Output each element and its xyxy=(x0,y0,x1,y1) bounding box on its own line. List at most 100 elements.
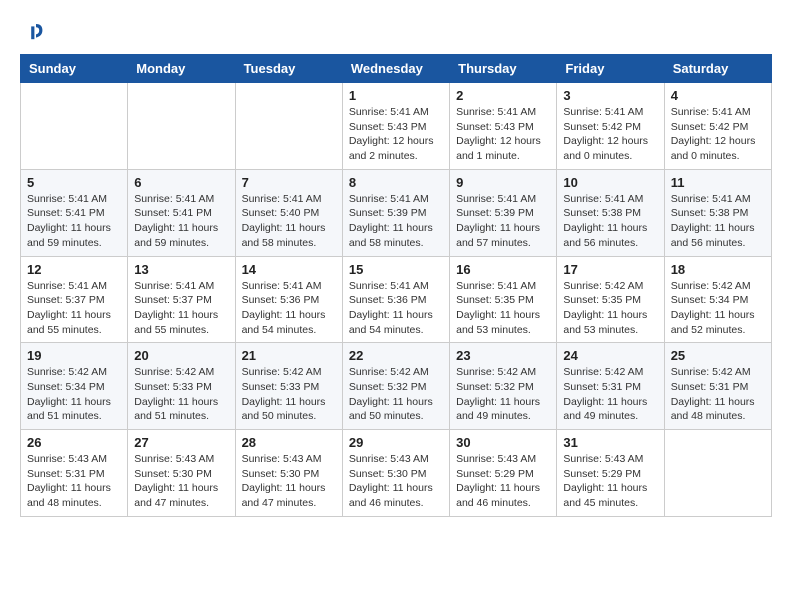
calendar-cell: 1 Sunrise: 5:41 AMSunset: 5:43 PMDaylight… xyxy=(342,83,449,170)
day-info: Sunrise: 5:41 AMSunset: 5:40 PMDaylight:… xyxy=(242,192,336,251)
day-number: 19 xyxy=(27,348,121,363)
day-number: 4 xyxy=(671,88,765,103)
day-info: Sunrise: 5:41 AMSunset: 5:35 PMDaylight:… xyxy=(456,279,550,338)
calendar-cell: 10Sunrise: 5:41 AMSunset: 5:38 PMDayligh… xyxy=(557,169,664,256)
calendar-cell xyxy=(21,83,128,170)
day-info: Sunrise: 5:41 AMSunset: 5:39 PMDaylight:… xyxy=(349,192,443,251)
day-number: 28 xyxy=(242,435,336,450)
day-number: 8 xyxy=(349,175,443,190)
calendar-cell: 3 Sunrise: 5:41 AMSunset: 5:42 PMDaylight… xyxy=(557,83,664,170)
logo xyxy=(20,20,48,44)
day-info: Sunrise: 5:42 AMSunset: 5:31 PMDaylight:… xyxy=(563,365,657,424)
calendar-cell: 8 Sunrise: 5:41 AMSunset: 5:39 PMDaylight… xyxy=(342,169,449,256)
calendar-cell: 29Sunrise: 5:43 AMSunset: 5:30 PMDayligh… xyxy=(342,430,449,517)
day-number: 3 xyxy=(563,88,657,103)
day-number: 23 xyxy=(456,348,550,363)
page-header xyxy=(20,20,772,44)
day-info: Sunrise: 5:43 AMSunset: 5:29 PMDaylight:… xyxy=(563,452,657,511)
calendar-cell: 30 Sunrise: 5:43 AMSunset: 5:29 PMDayligh… xyxy=(450,430,557,517)
calendar-cell: 27 Sunrise: 5:43 AMSunset: 5:30 PMDayligh… xyxy=(128,430,235,517)
day-info: Sunrise: 5:41 AMSunset: 5:41 PMDaylight:… xyxy=(134,192,228,251)
weekday-header-wednesday: Wednesday xyxy=(342,55,449,83)
day-info: Sunrise: 5:42 AMSunset: 5:34 PMDaylight:… xyxy=(27,365,121,424)
day-number: 17 xyxy=(563,262,657,277)
day-info: Sunrise: 5:42 AMSunset: 5:33 PMDaylight:… xyxy=(242,365,336,424)
calendar-cell: 2 Sunrise: 5:41 AMSunset: 5:43 PMDaylight… xyxy=(450,83,557,170)
day-info: Sunrise: 5:42 AMSunset: 5:31 PMDaylight:… xyxy=(671,365,765,424)
calendar-cell: 16 Sunrise: 5:41 AMSunset: 5:35 PMDayligh… xyxy=(450,256,557,343)
day-info: Sunrise: 5:41 AMSunset: 5:37 PMDaylight:… xyxy=(27,279,121,338)
day-info: Sunrise: 5:42 AMSunset: 5:34 PMDaylight:… xyxy=(671,279,765,338)
calendar-cell xyxy=(128,83,235,170)
calendar-cell: 23 Sunrise: 5:42 AMSunset: 5:32 PMDayligh… xyxy=(450,343,557,430)
day-number: 25 xyxy=(671,348,765,363)
calendar-cell: 13 Sunrise: 5:41 AMSunset: 5:37 PMDayligh… xyxy=(128,256,235,343)
day-number: 9 xyxy=(456,175,550,190)
weekday-header-saturday: Saturday xyxy=(664,55,771,83)
calendar-cell: 21 Sunrise: 5:42 AMSunset: 5:33 PMDayligh… xyxy=(235,343,342,430)
day-number: 22 xyxy=(349,348,443,363)
day-info: Sunrise: 5:43 AMSunset: 5:29 PMDaylight:… xyxy=(456,452,550,511)
day-info: Sunrise: 5:41 AMSunset: 5:43 PMDaylight:… xyxy=(456,105,550,164)
day-number: 21 xyxy=(242,348,336,363)
day-info: Sunrise: 5:41 AMSunset: 5:36 PMDaylight:… xyxy=(242,279,336,338)
day-number: 10 xyxy=(563,175,657,190)
calendar-cell: 15Sunrise: 5:41 AMSunset: 5:36 PMDayligh… xyxy=(342,256,449,343)
calendar-table: SundayMondayTuesdayWednesdayThursdayFrid… xyxy=(20,54,772,517)
calendar-cell: 19 Sunrise: 5:42 AMSunset: 5:34 PMDayligh… xyxy=(21,343,128,430)
calendar-cell: 5 Sunrise: 5:41 AMSunset: 5:41 PMDaylight… xyxy=(21,169,128,256)
weekday-header-friday: Friday xyxy=(557,55,664,83)
day-number: 30 xyxy=(456,435,550,450)
day-number: 15 xyxy=(349,262,443,277)
calendar-cell: 4Sunrise: 5:41 AMSunset: 5:42 PMDaylight… xyxy=(664,83,771,170)
day-number: 18 xyxy=(671,262,765,277)
day-info: Sunrise: 5:43 AMSunset: 5:30 PMDaylight:… xyxy=(134,452,228,511)
day-info: Sunrise: 5:42 AMSunset: 5:33 PMDaylight:… xyxy=(134,365,228,424)
calendar-cell: 26 Sunrise: 5:43 AMSunset: 5:31 PMDayligh… xyxy=(21,430,128,517)
day-number: 14 xyxy=(242,262,336,277)
calendar-cell: 14 Sunrise: 5:41 AMSunset: 5:36 PMDayligh… xyxy=(235,256,342,343)
calendar-cell xyxy=(664,430,771,517)
day-number: 29 xyxy=(349,435,443,450)
day-number: 12 xyxy=(27,262,121,277)
day-info: Sunrise: 5:41 AMSunset: 5:43 PMDaylight:… xyxy=(349,105,443,164)
calendar-cell: 18 Sunrise: 5:42 AMSunset: 5:34 PMDayligh… xyxy=(664,256,771,343)
day-number: 26 xyxy=(27,435,121,450)
calendar-week-2: 5 Sunrise: 5:41 AMSunset: 5:41 PMDaylight… xyxy=(21,169,772,256)
calendar-cell: 24 Sunrise: 5:42 AMSunset: 5:31 PMDayligh… xyxy=(557,343,664,430)
day-info: Sunrise: 5:41 AMSunset: 5:37 PMDaylight:… xyxy=(134,279,228,338)
calendar-week-1: 1 Sunrise: 5:41 AMSunset: 5:43 PMDaylight… xyxy=(21,83,772,170)
day-info: Sunrise: 5:43 AMSunset: 5:31 PMDaylight:… xyxy=(27,452,121,511)
calendar-week-5: 26 Sunrise: 5:43 AMSunset: 5:31 PMDayligh… xyxy=(21,430,772,517)
calendar-cell: 28 Sunrise: 5:43 AMSunset: 5:30 PMDayligh… xyxy=(235,430,342,517)
day-info: Sunrise: 5:43 AMSunset: 5:30 PMDaylight:… xyxy=(242,452,336,511)
day-number: 2 xyxy=(456,88,550,103)
logo-icon xyxy=(20,20,44,44)
calendar-cell: 17Sunrise: 5:42 AMSunset: 5:35 PMDayligh… xyxy=(557,256,664,343)
day-info: Sunrise: 5:42 AMSunset: 5:32 PMDaylight:… xyxy=(349,365,443,424)
day-info: Sunrise: 5:42 AMSunset: 5:32 PMDaylight:… xyxy=(456,365,550,424)
day-number: 5 xyxy=(27,175,121,190)
day-number: 27 xyxy=(134,435,228,450)
calendar-cell xyxy=(235,83,342,170)
day-number: 1 xyxy=(349,88,443,103)
day-number: 24 xyxy=(563,348,657,363)
calendar-cell: 9Sunrise: 5:41 AMSunset: 5:39 PMDaylight… xyxy=(450,169,557,256)
day-number: 31 xyxy=(563,435,657,450)
calendar-cell: 22 Sunrise: 5:42 AMSunset: 5:32 PMDayligh… xyxy=(342,343,449,430)
day-info: Sunrise: 5:41 AMSunset: 5:41 PMDaylight:… xyxy=(27,192,121,251)
day-number: 13 xyxy=(134,262,228,277)
calendar-cell: 20 Sunrise: 5:42 AMSunset: 5:33 PMDayligh… xyxy=(128,343,235,430)
weekday-header-thursday: Thursday xyxy=(450,55,557,83)
calendar-cell: 12 Sunrise: 5:41 AMSunset: 5:37 PMDayligh… xyxy=(21,256,128,343)
day-number: 6 xyxy=(134,175,228,190)
weekday-header-sunday: Sunday xyxy=(21,55,128,83)
calendar-cell: 6 Sunrise: 5:41 AMSunset: 5:41 PMDaylight… xyxy=(128,169,235,256)
day-number: 11 xyxy=(671,175,765,190)
day-number: 20 xyxy=(134,348,228,363)
calendar-cell: 7Sunrise: 5:41 AMSunset: 5:40 PMDaylight… xyxy=(235,169,342,256)
day-number: 16 xyxy=(456,262,550,277)
weekday-header-tuesday: Tuesday xyxy=(235,55,342,83)
calendar-cell: 25 Sunrise: 5:42 AMSunset: 5:31 PMDayligh… xyxy=(664,343,771,430)
day-info: Sunrise: 5:41 AMSunset: 5:42 PMDaylight:… xyxy=(563,105,657,164)
